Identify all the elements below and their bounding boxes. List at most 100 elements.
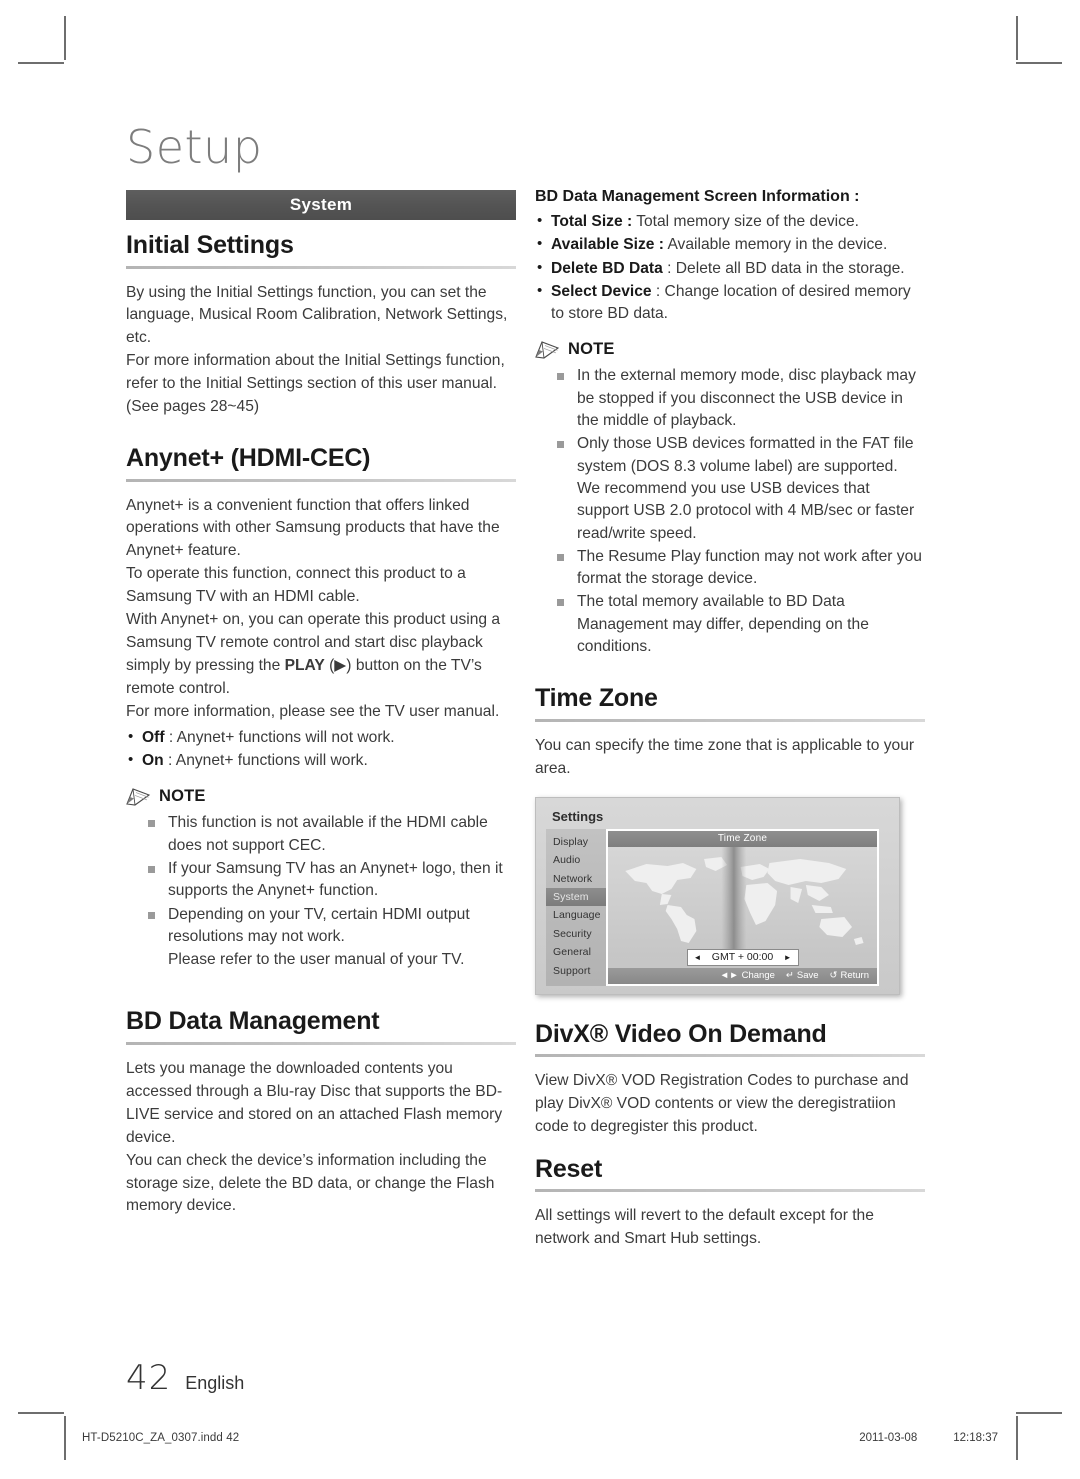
footer-action-label: Save <box>796 970 819 982</box>
item-term: Total Size : <box>551 213 633 230</box>
tv-menu-item-network[interactable]: Network <box>546 869 614 887</box>
item-term: Available Size : <box>551 236 664 254</box>
tv-menu-item-display[interactable]: Display <box>546 833 614 851</box>
heading-rule <box>535 1054 925 1058</box>
crop-mark-icon <box>18 62 64 64</box>
paragraph-initial-settings-1: By using the Initial Settings function, … <box>126 283 508 347</box>
pencil-icon <box>126 788 151 806</box>
section-banner: System <box>126 190 516 220</box>
subheading-bd-screen-info: BD Data Management Screen Information : <box>535 188 860 205</box>
list-item: Only those USB devices formatted in the … <box>557 433 925 544</box>
footer-action-change[interactable]: ◄► Change <box>720 970 775 981</box>
timezone-selector[interactable]: ◄ GMT + 00:00 ► <box>686 948 799 966</box>
option-term: On <box>142 752 164 770</box>
paragraph-anynet-1: Anynet+ is a convenient function that of… <box>126 496 500 560</box>
list-item: On : Anynet+ functions will work. <box>126 749 516 772</box>
note-label: NOTE <box>568 339 615 358</box>
world-map-image <box>608 846 877 957</box>
crop-mark-icon <box>1016 1416 1018 1460</box>
heading-anynet: Anynet+ (HDMI-CEC) <box>126 444 371 473</box>
option-desc: Anynet+ functions will work. <box>175 752 368 770</box>
manual-page: Setup System Initial Settings By using t… <box>0 0 1080 1479</box>
pencil-icon <box>535 341 560 360</box>
list-item: Available Size : Available memory in the… <box>535 233 925 256</box>
section-banner-label: System <box>289 195 353 214</box>
paragraph-bd-data-2: You can check the device’s information i… <box>126 1151 495 1215</box>
heading-reset: Reset <box>535 1154 603 1183</box>
heading-rule <box>535 1189 925 1193</box>
paragraph-anynet-3: With Anynet+ on, you can operate this pr… <box>126 609 516 701</box>
tv-settings-screen: Settings Display Audio Network System La… <box>535 796 900 995</box>
list-item: The total memory available to BD Data Ma… <box>557 591 925 658</box>
option-desc: Anynet+ functions will not work. <box>176 728 395 746</box>
left-right-arrows-icon: ◄► <box>719 970 739 982</box>
bd-screen-info-list: Total Size : Total memory size of the de… <box>535 210 925 326</box>
list-item: This function is not available if the HD… <box>148 812 516 857</box>
tv-menu-item-general[interactable]: General <box>546 943 614 961</box>
footer-action-return[interactable]: ↺ Return <box>830 970 869 981</box>
page-number: 42 <box>126 1358 172 1398</box>
list-item: Delete BD Data : Delete all BD data in t… <box>535 257 925 280</box>
item-desc: : Delete all BD data in the storage. <box>662 259 905 277</box>
chevron-left-icon[interactable]: ◄ <box>694 953 702 962</box>
item-desc: Available memory in the device. <box>663 236 888 254</box>
enter-key-icon: ↵ <box>785 970 794 982</box>
return-arrow-icon: ↺ <box>829 970 838 982</box>
crop-mark-icon <box>1016 62 1062 64</box>
list-item: Off : Anynet+ functions will not work. <box>126 726 516 749</box>
note-label: NOTE <box>159 786 206 805</box>
paragraph-time-zone: You can specify the time zone that is ap… <box>535 736 915 777</box>
option-sep: : <box>164 728 177 746</box>
footer-action-label: Change <box>741 970 775 982</box>
list-item: Depending on your TV, certain HDMI outpu… <box>148 904 516 949</box>
paragraph-bd-data-1: Lets you manage the downloaded contents … <box>126 1059 503 1146</box>
heading-rule <box>126 1041 516 1045</box>
option-term: Off <box>142 728 165 746</box>
item-term: Select Device <box>551 282 652 300</box>
page-footer: 42 English <box>126 1358 244 1398</box>
list-item: The Resume Play function may not work af… <box>557 546 925 591</box>
anynet-play-bold: PLAY <box>284 656 325 674</box>
list-item: Total Size : Total memory size of the de… <box>535 210 925 233</box>
anynet-note-list: This function is not available if the HD… <box>126 812 516 971</box>
chapter-title: Setup <box>126 120 263 174</box>
tv-menu-item-support[interactable]: Support <box>546 961 614 979</box>
tv-menu-item-system[interactable]: System <box>546 887 614 907</box>
item-term: Delete BD Data <box>551 259 663 277</box>
chevron-right-icon[interactable]: ► <box>784 953 792 962</box>
heading-rule <box>535 718 925 722</box>
crop-mark-icon <box>18 1412 64 1414</box>
imprint-timestamp: 2011-03-08 12:18:37 <box>859 1432 998 1444</box>
time-zone-screenshot: Settings Display Audio Network System La… <box>535 796 900 995</box>
left-column: System Initial Settings By using the Ini… <box>126 190 516 1218</box>
list-item: Select Device : Change location of desir… <box>535 280 925 326</box>
tv-menu-item-security[interactable]: Security <box>546 925 614 943</box>
item-desc: Total memory size of the device. <box>632 213 859 230</box>
bd-note-list: In the external memory mode, disc playba… <box>535 365 925 658</box>
crop-mark-icon <box>1016 16 1018 60</box>
print-imprint: HT-D5210C_ZA_0307.indd 42 2011-03-08 12:… <box>82 1432 998 1444</box>
tv-settings-menu: Display Audio Network System Language Se… <box>546 828 614 986</box>
tv-panel-title: Time Zone <box>608 830 877 847</box>
paragraph-initial-settings-2: For more information about the Initial S… <box>126 352 505 416</box>
tv-screen-title: Settings <box>552 808 604 824</box>
tv-menu-item-audio[interactable]: Audio <box>546 851 614 869</box>
heading-bd-data-management: BD Data Management <box>126 1007 380 1036</box>
paragraph-divx: View DivX® VOD Registration Codes to pur… <box>535 1072 909 1136</box>
list-item: If your Samsung TV has an Anynet+ logo, … <box>148 858 516 903</box>
paragraph-anynet-2: To operate this function, connect this p… <box>126 565 466 606</box>
tv-time-zone-panel: Time Zone ◄ GMT + 00:00 ► ◄► Change ↵ Sa… <box>606 828 879 986</box>
page-language: English <box>185 1373 245 1393</box>
crop-mark-icon <box>1016 1412 1062 1414</box>
heading-rule <box>126 265 516 269</box>
tv-menu-item-language[interactable]: Language <box>546 906 614 924</box>
crop-mark-icon <box>64 16 66 60</box>
heading-initial-settings: Initial Settings <box>126 231 294 259</box>
paragraph-reset: All settings will revert to the default … <box>535 1207 874 1248</box>
footer-action-save[interactable]: ↵ Save <box>786 970 819 981</box>
imprint-time: 12:18:37 <box>953 1432 998 1444</box>
